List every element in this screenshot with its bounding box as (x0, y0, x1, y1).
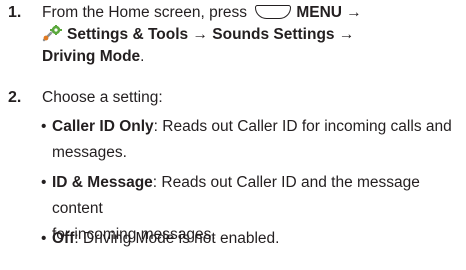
option-off: • Off: Driving Mode is not enabled. (41, 226, 460, 252)
option-caller-id-only: • Caller ID Only: Reads out Caller ID fo… (41, 114, 460, 166)
option-description: : Reads out Caller ID for incoming calls… (153, 118, 452, 135)
arrow-icon: → (338, 26, 355, 43)
driving-mode-label: Driving Mode (42, 48, 141, 65)
step-1-intro: From the Home screen, press (42, 4, 248, 21)
step-1-line-2: Settings & Tools → Sounds Settings → (42, 24, 462, 46)
step-number: 2. (8, 89, 22, 106)
step-1-period: . (140, 48, 145, 65)
option-description-continued: messages. (52, 144, 127, 161)
option-description: : Driving Mode is not enabled. (74, 230, 280, 247)
arrow-icon: → (346, 4, 362, 21)
menu-key-label: MENU (296, 4, 342, 21)
sounds-settings-label: Sounds Settings (212, 26, 335, 43)
step-1-line-3: Driving Mode. (42, 46, 462, 68)
step-number: 1. (8, 4, 22, 21)
option-name: ID & Message (52, 174, 153, 191)
menu-key-icon (255, 5, 292, 19)
settings-tools-label: Settings & Tools (67, 26, 189, 43)
step-2-text: Choose a setting: (42, 89, 163, 106)
arrow-icon: → (192, 26, 208, 43)
bullet-icon: • (41, 174, 47, 191)
bullet-icon: • (41, 230, 47, 247)
step-1-text: From the Home screen, press MENU → Setti… (42, 2, 462, 68)
option-name: Off (52, 230, 75, 247)
settings-tools-icon (42, 25, 62, 42)
step-1-line-1: From the Home screen, press MENU → (42, 2, 462, 24)
bullet-icon: • (41, 118, 47, 135)
option-name: Caller ID Only (52, 118, 154, 135)
